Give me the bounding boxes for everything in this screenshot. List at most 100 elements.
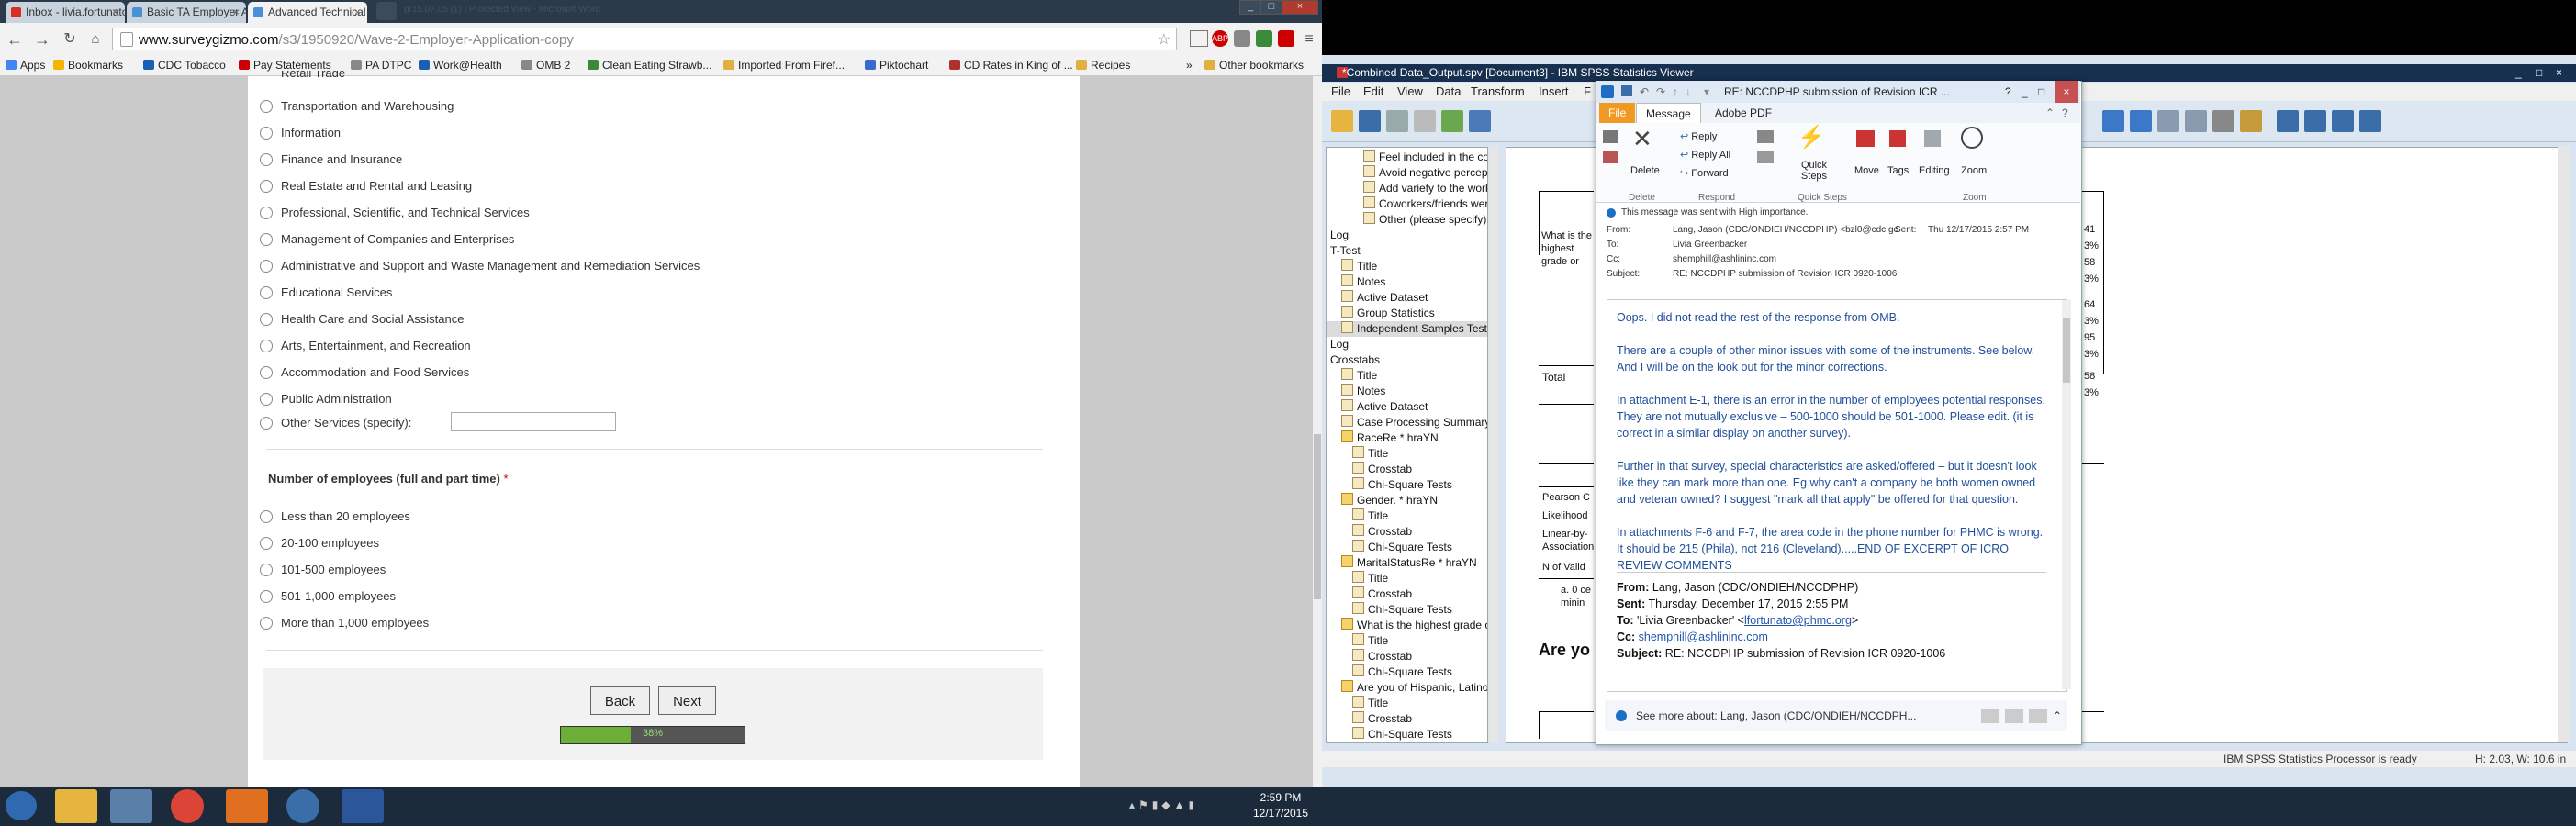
radio-button[interactable] <box>260 180 273 193</box>
other-bookmarks[interactable]: Other bookmarks <box>1204 58 1304 73</box>
collapse-ribbon-icon[interactable]: ⌃ <box>2045 103 2055 123</box>
radio-button[interactable] <box>260 233 273 246</box>
cast-icon[interactable] <box>1190 30 1208 47</box>
undo-icon[interactable]: ↶ <box>1640 81 1649 103</box>
collapse-icon[interactable] <box>2185 110 2207 132</box>
industry-option[interactable]: Management of Companies and Enterprises <box>260 230 514 249</box>
system-tray-icons[interactable]: ▴⚑▮◆▲▮ <box>1129 798 1230 813</box>
bookmark-item[interactable]: CDC Tobacco <box>143 58 226 73</box>
content-scrollbar[interactable] <box>2558 147 2570 742</box>
outline-item[interactable]: Title <box>1327 508 1487 524</box>
close-window-button[interactable]: × <box>2055 81 2078 103</box>
maximize-button[interactable]: □ <box>2038 81 2044 103</box>
outline-scrollbar[interactable] <box>1489 147 1498 742</box>
adblock-icon[interactable]: ABP <box>1212 30 1228 47</box>
radio-button[interactable] <box>260 510 273 523</box>
close-window-button[interactable]: × <box>1282 0 1318 15</box>
maximize-button[interactable]: □ <box>1260 0 1282 15</box>
bookmark-item[interactable]: CD Rates in King of ... <box>949 58 1073 73</box>
radio-button[interactable] <box>260 127 273 140</box>
outline-item[interactable]: Add variety to the work d <box>1327 181 1487 196</box>
industry-option[interactable]: Information <box>260 124 341 142</box>
outline-item[interactable]: Chi-Square Tests <box>1327 540 1487 555</box>
outline-item[interactable]: What is the highest grade or <box>1327 618 1487 633</box>
designate-window-icon[interactable] <box>2359 110 2381 132</box>
industry-option[interactable]: Professional, Scientific, and Technical … <box>260 204 530 222</box>
output-outline-pane[interactable]: Feel included in the com Avoid negative p… <box>1326 147 1488 743</box>
outline-item[interactable]: Other (please specify) <box>1327 212 1487 228</box>
bookmark-item[interactable]: OMB 2 <box>521 58 570 73</box>
other-services-input[interactable] <box>451 412 616 431</box>
industry-option[interactable]: Administrative and Support and Waste Man… <box>260 257 700 275</box>
industry-option-other[interactable]: Other Services (specify): <box>260 414 411 432</box>
close-tab-icon[interactable]: × <box>354 2 361 23</box>
delete-button[interactable]: Delete <box>1630 165 1660 176</box>
bookmark-star-icon[interactable]: ☆ <box>1158 30 1170 49</box>
zoom-button[interactable]: Zoom <box>1961 165 1987 176</box>
industry-option[interactable]: Educational Services <box>260 284 392 302</box>
outline-item[interactable]: RaceRe * hraYN <box>1327 430 1487 446</box>
radio-button[interactable] <box>260 286 273 299</box>
insert-text-icon[interactable] <box>2332 110 2354 132</box>
customize-icon[interactable]: ▾ <box>1704 81 1709 103</box>
radio-button[interactable] <box>260 366 273 379</box>
menu-file[interactable]: File <box>1331 83 1350 101</box>
menu-insert[interactable]: Insert <box>1539 83 1569 101</box>
radio-button[interactable] <box>260 153 273 166</box>
outline-item[interactable]: MaritalStatusRe * hraYN <box>1327 555 1487 571</box>
junk-icon[interactable] <box>1603 151 1618 163</box>
people-pane[interactable]: See more about: Lang, Jason (CDC/ONDIEH/… <box>1605 700 2067 731</box>
editing-button[interactable]: Editing <box>1919 165 1950 176</box>
outline-item[interactable]: Are you of Hispanic, Latino/a, <box>1327 680 1487 696</box>
help-icon[interactable]: ? <box>2062 103 2068 123</box>
industry-option[interactable]: Arts, Entertainment, and Recreation <box>260 337 471 355</box>
employee-option[interactable]: 20-100 employees <box>260 534 379 553</box>
insert-heading-icon[interactable] <box>2277 110 2299 132</box>
outline-item[interactable]: Crosstabs <box>1327 352 1487 368</box>
avatar[interactable] <box>2029 709 2047 723</box>
reply-all-button[interactable]: ↩ Reply All <box>1680 149 1730 161</box>
hide-icon[interactable] <box>2240 110 2262 132</box>
menu-view[interactable]: View <box>1397 83 1423 101</box>
ignore-icon[interactable] <box>1603 130 1618 143</box>
evernote-icon[interactable] <box>1256 30 1272 47</box>
menu-format[interactable]: F <box>1584 83 1591 101</box>
outline-item[interactable]: Title <box>1327 446 1487 462</box>
file-explorer-icon[interactable] <box>55 789 97 823</box>
meeting-icon[interactable] <box>1757 130 1774 143</box>
outline-item[interactable]: Chi-Square Tests <box>1327 727 1487 742</box>
avatar[interactable] <box>2005 709 2023 723</box>
tab-file[interactable]: File <box>1599 103 1636 123</box>
tab-adobe-pdf[interactable]: Adobe PDF <box>1706 103 1781 123</box>
radio-button[interactable] <box>260 564 273 576</box>
menu-icon[interactable]: ≡ <box>1298 28 1320 50</box>
recall-dialog-icon[interactable] <box>1469 110 1491 132</box>
radio-button[interactable] <box>260 206 273 219</box>
scrollbar-thumb[interactable] <box>1314 434 1321 599</box>
outline-item[interactable]: Avoid negative perceptio <box>1327 165 1487 181</box>
email-link[interactable]: shemphill@ashlininc.com <box>1639 631 1768 643</box>
move-button[interactable]: Move <box>1854 165 1879 176</box>
tags-button[interactable]: Tags <box>1887 165 1909 176</box>
outline-item[interactable]: Log <box>1327 228 1487 243</box>
message-body[interactable]: Oops. I did not read the rest of the res… <box>1607 299 2067 692</box>
outline-item[interactable]: Crosstab <box>1327 711 1487 727</box>
bookmark-item[interactable]: Recipes <box>1076 58 1130 73</box>
outline-item[interactable]: Chi-Square Tests <box>1327 664 1487 680</box>
reply-button[interactable]: ↩ Reply <box>1680 130 1717 142</box>
outline-item[interactable]: Case Processing Summary <box>1327 415 1487 430</box>
save-icon[interactable] <box>1621 85 1632 96</box>
message-scrollbar[interactable] <box>2062 300 2071 689</box>
outlook-icon[interactable] <box>226 789 268 823</box>
tab-message[interactable]: Message <box>1636 103 1701 124</box>
word-icon[interactable] <box>342 789 384 823</box>
avatar[interactable] <box>1981 709 1999 723</box>
taskbar-clock[interactable]: 2:59 PM 12/17/2015 <box>1244 790 1317 821</box>
bookmarks-overflow-button[interactable]: » <box>1186 58 1193 73</box>
bookmark-item[interactable]: Imported From Firef... <box>723 58 845 73</box>
outline-item[interactable]: Title <box>1327 259 1487 274</box>
print-icon[interactable] <box>1386 110 1408 132</box>
print-preview-icon[interactable] <box>1414 110 1436 132</box>
open-icon[interactable] <box>1331 110 1353 132</box>
outline-item[interactable]: Gender. * hraYN <box>1327 493 1487 508</box>
